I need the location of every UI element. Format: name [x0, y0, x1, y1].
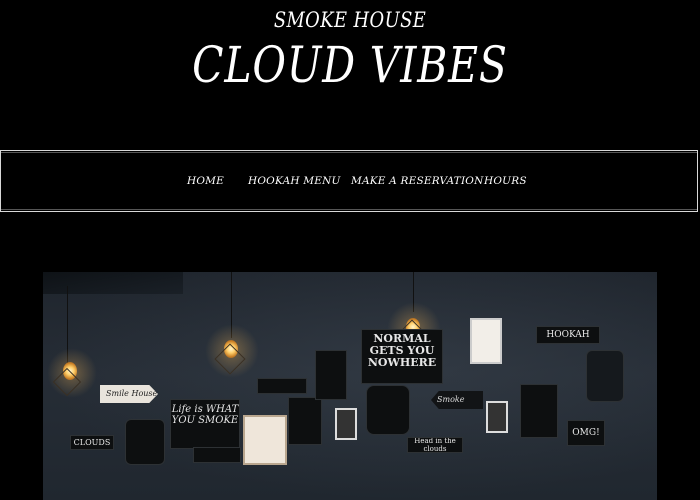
- life-is-what-you-smoke-sign: Life is WHAT YOU SMOKE: [170, 399, 240, 449]
- hookah-sign: HOOKAH: [536, 326, 600, 344]
- nav-item-make-reservation[interactable]: MAKE A RESERVATION: [351, 175, 484, 187]
- hookah-chalk-sign: [125, 419, 165, 465]
- clouds-sign: CLOUDS: [70, 435, 114, 450]
- chalk-plaque: [257, 378, 307, 394]
- hero-image: Smile House CLOUDS Life is WHAT YOU SMOK…: [43, 272, 657, 500]
- chalk-board-tall: [315, 350, 347, 400]
- framed-print: [243, 415, 287, 465]
- framed-photo: [486, 401, 508, 433]
- framed-poster: [470, 318, 502, 364]
- brand-title: CLOUD VIBES: [192, 36, 508, 94]
- smoke-arrow-sign: Smoke: [431, 391, 483, 409]
- brand-subtitle: SMOKE HOUSE: [273, 8, 427, 32]
- small-chalk-plaque: [193, 447, 241, 463]
- nav-item-hours[interactable]: HOURS: [484, 175, 527, 187]
- chalk-list-board: [520, 384, 558, 438]
- dark-board: [586, 350, 624, 402]
- nav-item-home[interactable]: HOME: [187, 175, 224, 187]
- head-in-the-clouds-sign: Head in the clouds: [407, 437, 463, 453]
- smile-house-arrow-sign: Smile House: [100, 385, 158, 403]
- chalk-board: [288, 397, 322, 445]
- nav-item-hookah-menu[interactable]: HOOKAH MENU: [248, 175, 341, 187]
- ceiling: [43, 272, 183, 294]
- framed-photo: [335, 408, 357, 440]
- hookah-heartbeat-sign: [366, 385, 410, 435]
- omg-sign: OMG!: [567, 420, 605, 446]
- nav-inner-border: [1, 152, 697, 210]
- normal-gets-you-nowhere-sign: NORMAL GETS YOU NOWHERE: [361, 329, 443, 384]
- main-nav: HOME HOOKAH MENU MAKE A RESERVATION HOUR…: [0, 150, 698, 212]
